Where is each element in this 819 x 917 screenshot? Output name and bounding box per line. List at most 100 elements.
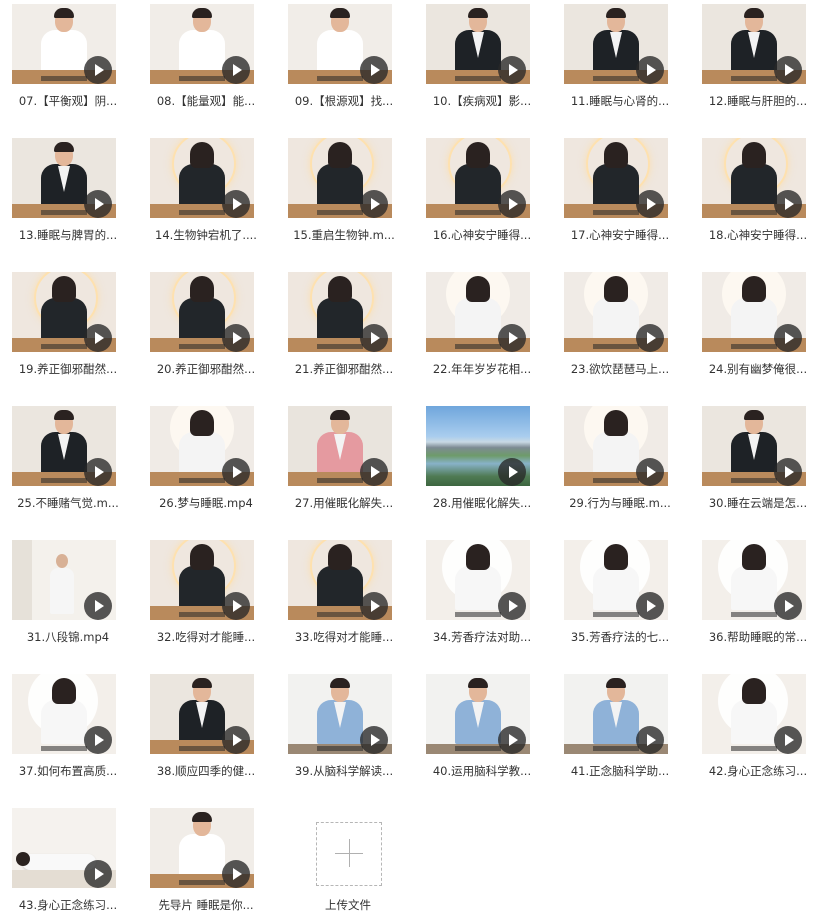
file-name[interactable]: 31.八段锦.mp4 bbox=[2, 629, 134, 645]
upload-button[interactable] bbox=[316, 822, 382, 886]
play-icon[interactable] bbox=[222, 726, 250, 754]
play-icon[interactable] bbox=[84, 190, 112, 218]
file-tile[interactable]: 09.【根源观】找... bbox=[276, 0, 414, 128]
play-icon[interactable] bbox=[636, 324, 664, 352]
video-thumbnail[interactable] bbox=[288, 138, 392, 218]
video-thumbnail[interactable] bbox=[150, 674, 254, 754]
file-tile[interactable]: 42.身心正念练习... bbox=[690, 670, 819, 798]
video-thumbnail[interactable] bbox=[288, 406, 392, 486]
file-name[interactable]: 27.用催眠化解失... bbox=[278, 495, 410, 511]
file-name[interactable]: 18.心神安宁睡得... bbox=[692, 227, 819, 243]
play-icon[interactable] bbox=[774, 458, 802, 486]
play-icon[interactable] bbox=[636, 56, 664, 84]
play-icon[interactable] bbox=[498, 592, 526, 620]
play-icon[interactable] bbox=[774, 726, 802, 754]
file-tile[interactable]: 20.养正御邪酣然... bbox=[138, 268, 276, 396]
file-name[interactable]: 22.年年岁岁花相... bbox=[416, 361, 548, 377]
video-thumbnail[interactable] bbox=[288, 4, 392, 84]
video-thumbnail[interactable] bbox=[288, 540, 392, 620]
video-thumbnail[interactable] bbox=[426, 272, 530, 352]
play-icon[interactable] bbox=[84, 324, 112, 352]
play-icon[interactable] bbox=[84, 726, 112, 754]
file-tile[interactable]: 43.身心正念练习... bbox=[0, 804, 138, 917]
video-thumbnail[interactable] bbox=[564, 540, 668, 620]
file-name[interactable]: 20.养正御邪酣然... bbox=[140, 361, 272, 377]
video-thumbnail[interactable] bbox=[150, 540, 254, 620]
play-icon[interactable] bbox=[84, 458, 112, 486]
video-thumbnail[interactable] bbox=[564, 674, 668, 754]
play-icon[interactable] bbox=[498, 726, 526, 754]
file-name[interactable]: 25.不睡赌气觉.m... bbox=[2, 495, 134, 511]
upload-tile[interactable]: 上传文件 bbox=[296, 818, 434, 917]
file-name[interactable]: 34.芳香疗法对助... bbox=[416, 629, 548, 645]
play-icon[interactable] bbox=[222, 324, 250, 352]
video-thumbnail[interactable] bbox=[564, 4, 668, 84]
video-thumbnail[interactable] bbox=[150, 272, 254, 352]
video-thumbnail[interactable] bbox=[702, 540, 806, 620]
video-thumbnail[interactable] bbox=[702, 674, 806, 754]
file-tile[interactable]: 41.正念脑科学助... bbox=[552, 670, 690, 798]
file-tile[interactable]: 36.帮助睡眠的常... bbox=[690, 536, 819, 664]
play-icon[interactable] bbox=[774, 592, 802, 620]
play-icon[interactable] bbox=[360, 56, 388, 84]
play-icon[interactable] bbox=[360, 324, 388, 352]
file-name[interactable]: 28.用催眠化解失... bbox=[416, 495, 548, 511]
video-thumbnail[interactable] bbox=[12, 406, 116, 486]
file-tile[interactable]: 22.年年岁岁花相... bbox=[414, 268, 552, 396]
file-name[interactable]: 07.【平衡观】阴... bbox=[2, 93, 134, 109]
video-thumbnail[interactable] bbox=[702, 406, 806, 486]
video-thumbnail[interactable] bbox=[426, 674, 530, 754]
play-icon[interactable] bbox=[636, 592, 664, 620]
upload-label[interactable]: 上传文件 bbox=[282, 897, 414, 913]
file-tile[interactable]: 08.【能量观】能... bbox=[138, 0, 276, 128]
file-name[interactable]: 15.重启生物钟.m... bbox=[278, 227, 410, 243]
file-tile[interactable]: 10.【疾病观】影... bbox=[414, 0, 552, 128]
play-icon[interactable] bbox=[222, 56, 250, 84]
play-icon[interactable] bbox=[360, 190, 388, 218]
play-icon[interactable] bbox=[360, 592, 388, 620]
file-tile[interactable]: 40.运用脑科学教... bbox=[414, 670, 552, 798]
file-tile[interactable]: 26.梦与睡眠.mp4 bbox=[138, 402, 276, 530]
file-name[interactable]: 41.正念脑科学助... bbox=[554, 763, 686, 779]
video-thumbnail[interactable] bbox=[288, 272, 392, 352]
file-tile[interactable]: 17.心神安宁睡得... bbox=[552, 134, 690, 262]
video-thumbnail[interactable] bbox=[12, 272, 116, 352]
play-icon[interactable] bbox=[360, 726, 388, 754]
file-name[interactable]: 19.养正御邪酣然... bbox=[2, 361, 134, 377]
file-name[interactable]: 35.芳香疗法的七... bbox=[554, 629, 686, 645]
file-name[interactable]: 30.睡在云端是怎... bbox=[692, 495, 819, 511]
video-thumbnail[interactable] bbox=[12, 674, 116, 754]
file-tile[interactable]: 25.不睡赌气觉.m... bbox=[0, 402, 138, 530]
video-thumbnail[interactable] bbox=[426, 406, 530, 486]
file-tile[interactable]: 33.吃得对才能睡... bbox=[276, 536, 414, 664]
file-name[interactable]: 39.从脑科学解读... bbox=[278, 763, 410, 779]
file-name[interactable]: 42.身心正念练习... bbox=[692, 763, 819, 779]
play-icon[interactable] bbox=[636, 190, 664, 218]
file-tile[interactable]: 19.养正御邪酣然... bbox=[0, 268, 138, 396]
video-thumbnail[interactable] bbox=[564, 272, 668, 352]
video-thumbnail[interactable] bbox=[426, 4, 530, 84]
video-thumbnail[interactable] bbox=[12, 4, 116, 84]
play-icon[interactable] bbox=[498, 56, 526, 84]
play-icon[interactable] bbox=[498, 190, 526, 218]
file-tile[interactable]: 32.吃得对才能睡... bbox=[138, 536, 276, 664]
video-thumbnail[interactable] bbox=[150, 4, 254, 84]
video-thumbnail[interactable] bbox=[12, 540, 116, 620]
file-name[interactable]: 24.别有幽梦俺很... bbox=[692, 361, 819, 377]
video-thumbnail[interactable] bbox=[426, 540, 530, 620]
file-tile[interactable]: 34.芳香疗法对助... bbox=[414, 536, 552, 664]
file-name[interactable]: 26.梦与睡眠.mp4 bbox=[140, 495, 272, 511]
file-tile[interactable]: 11.睡眠与心肾的... bbox=[552, 0, 690, 128]
file-name[interactable]: 32.吃得对才能睡... bbox=[140, 629, 272, 645]
play-icon[interactable] bbox=[774, 56, 802, 84]
file-name[interactable]: 12.睡眠与肝胆的... bbox=[692, 93, 819, 109]
file-name[interactable]: 40.运用脑科学教... bbox=[416, 763, 548, 779]
file-tile[interactable]: 16.心神安宁睡得... bbox=[414, 134, 552, 262]
file-tile[interactable]: 24.别有幽梦俺很... bbox=[690, 268, 819, 396]
video-thumbnail[interactable] bbox=[150, 808, 254, 888]
file-name[interactable]: 08.【能量观】能... bbox=[140, 93, 272, 109]
file-tile[interactable]: 38.顺应四季的健... bbox=[138, 670, 276, 798]
play-icon[interactable] bbox=[360, 458, 388, 486]
file-tile[interactable]: 35.芳香疗法的七... bbox=[552, 536, 690, 664]
file-tile[interactable]: 39.从脑科学解读... bbox=[276, 670, 414, 798]
